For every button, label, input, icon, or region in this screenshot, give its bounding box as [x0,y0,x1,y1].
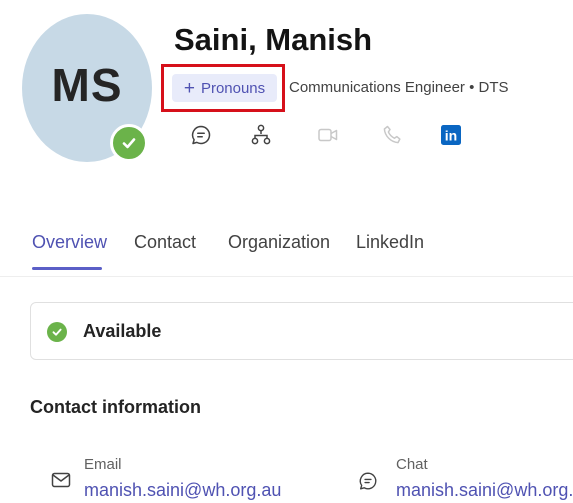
active-tab-indicator [32,267,102,270]
mail-icon [49,468,73,492]
email-label: Email [84,456,122,473]
video-call-icon[interactable] [313,120,343,150]
plus-icon: + [183,77,195,99]
chat-label: Chat [396,456,428,473]
contact-info-heading: Contact information [30,397,201,417]
profile-card: MS Saini, Manish + Pronouns Communicatio… [0,0,573,503]
available-status-icon [47,322,67,342]
profile-name: Saini, Manish [174,22,373,57]
tab-contact[interactable]: Contact [134,232,196,253]
org-chart-icon[interactable] [246,120,276,150]
chat-link[interactable]: manish.saini@wh.org.au [396,480,573,501]
tab-overview[interactable]: Overview [32,232,107,253]
phone-call-icon[interactable] [377,120,407,150]
job-title: Communications Engineer • DTS [289,79,509,96]
pronouns-label: Pronouns [200,79,266,97]
presence-available-icon [110,124,148,162]
avatar-initials: MS [51,59,123,111]
availability-status: Available [83,321,162,341]
availability-card: Available [30,302,573,360]
add-pronouns-button[interactable]: + Pronouns [172,74,277,102]
svg-text:in: in [445,128,457,144]
tab-divider [0,276,573,277]
tab-organization[interactable]: Organization [228,232,330,253]
email-link[interactable]: manish.saini@wh.org.au [84,480,281,501]
chat-icon[interactable] [186,120,216,150]
tab-linkedin[interactable]: LinkedIn [356,232,424,253]
linkedin-icon[interactable]: in [436,120,466,150]
chat-icon [356,469,380,493]
